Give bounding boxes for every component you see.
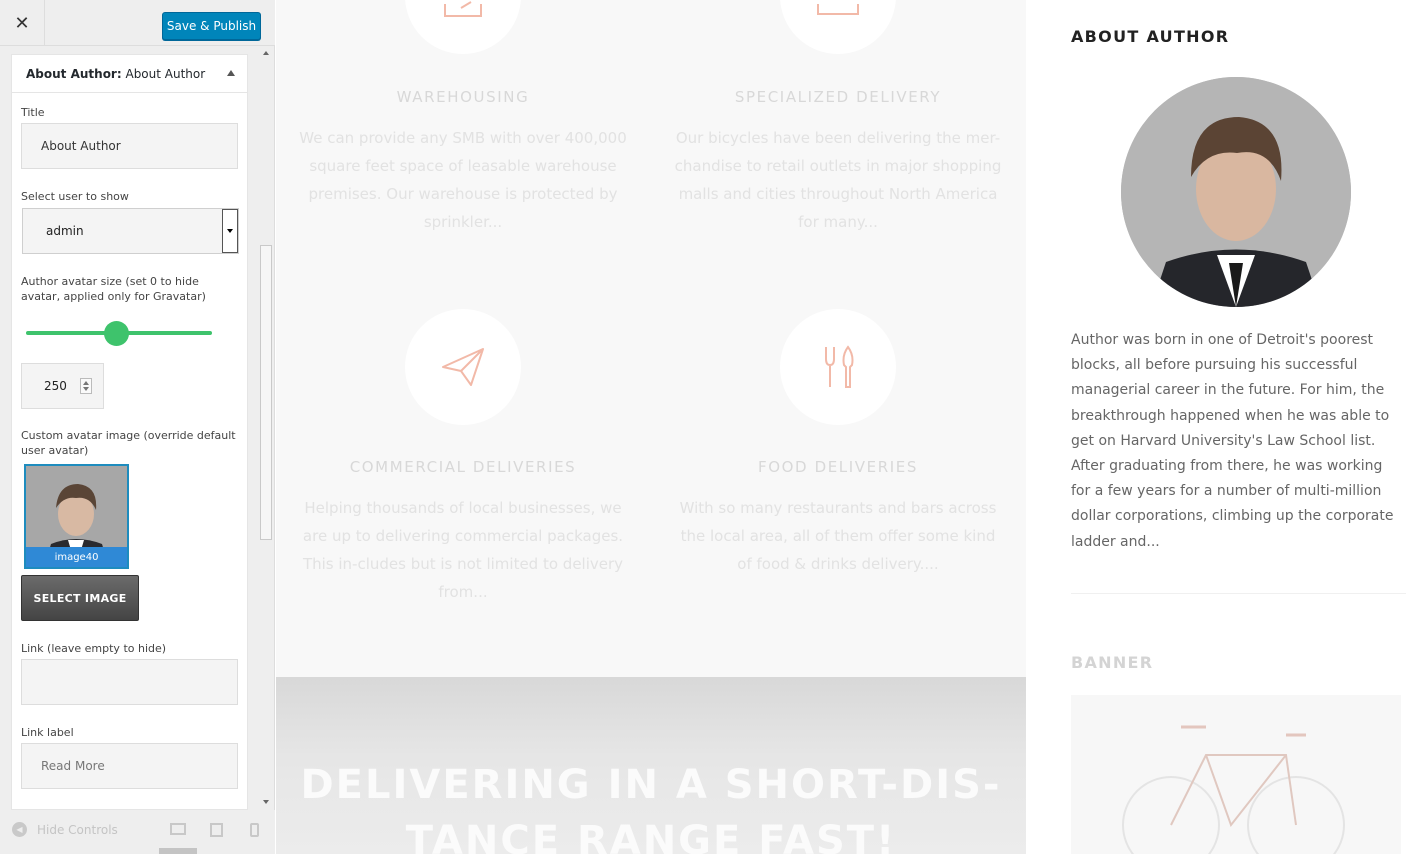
widget-title-bar[interactable]: About Author: About Author [12,55,247,93]
service-icon-circle [780,309,896,425]
title-input[interactable]: About Author [21,123,238,169]
number-spinner-icon[interactable] [80,378,92,394]
site-preview: WAREHOUSING We can provide any SMB with … [276,0,1026,854]
about-author-heading: ABOUT AUTHOR [1071,27,1230,46]
link-input[interactable] [21,659,238,705]
hero-heading: DELIVERING IN A SHORT-DIS-TANCE RANGE FA… [300,762,1002,854]
link-label: Link (leave empty to hide) [21,642,167,655]
hero-banner: DELIVERING IN A SHORT-DIS-TANCE RANGE FA… [276,677,1026,854]
close-customizer-button[interactable]: ✕ [0,0,45,46]
author-avatar [1121,77,1351,307]
paper-plane-icon [442,348,484,386]
service-icon-circle [780,0,896,54]
bicycle-icon [1122,725,1345,854]
custom-avatar-label: Custom avatar image (override default us… [21,429,236,457]
banner-heading: BANNER [1071,653,1154,672]
tablet-preview-icon[interactable] [210,823,223,837]
author-bio: Author was born in one of Detroit's poor… [1071,332,1394,550]
service-text: Our bicycles have been delivering the me… [674,129,1002,231]
title-label: Title [21,106,45,119]
collapse-left-icon: ◀ [12,822,27,837]
avatar-size-value: 250 [44,379,67,393]
customizer-header: ✕ Save & Publish [0,0,275,46]
custom-avatar-thumbnail[interactable]: image40 [24,464,129,569]
panel-scrollbar[interactable] [259,46,274,810]
widget-title-name: About Author [125,66,206,81]
select-image-button[interactable]: SELECT IMAGE [21,575,139,621]
service-title: WAREHOUSING [396,88,530,106]
active-device-indicator [159,848,197,854]
hide-controls-label: Hide Controls [37,822,118,837]
service-text: We can provide any SMB with over 400,000… [299,129,627,231]
service-title: COMMERCIAL DELIVERIES [349,458,577,476]
customizer-footer: ◀ Hide Controls [0,810,275,854]
select-user-label: Select user to show [21,190,129,203]
sidebar-divider [1071,593,1406,594]
customizer-panel: ✕ Save & Publish About Author: About Aut… [0,0,275,854]
save-publish-button[interactable]: Save & Publish [162,12,261,40]
collapse-arrow-icon[interactable] [227,70,235,76]
preview-sidebar: ABOUT AUTHOR Author was born in one of D… [1026,0,1419,854]
dropdown-arrow-icon[interactable] [222,209,238,253]
avatar-thumb-caption: image40 [26,547,127,567]
author-photo-icon [1121,77,1351,307]
link-text-label: Link label [21,726,74,739]
about-author-widget: About Author: About Author Title About A… [11,54,248,810]
avatar-size-slider-handle[interactable] [104,321,129,346]
service-text: With so many restaurants and bars across… [679,499,997,573]
fork-knife-icon [825,345,854,388]
box-icon [817,4,859,15]
banner-image[interactable] [1071,695,1401,854]
select-user-dropdown[interactable]: admin [22,208,239,254]
avatar-size-input[interactable]: 250 [21,363,104,409]
hide-controls-button[interactable]: ◀ Hide Controls [12,822,118,837]
mobile-preview-icon[interactable] [250,823,259,837]
scroll-down-icon[interactable] [263,800,269,804]
service-icon-circle [405,309,521,425]
desktop-preview-icon[interactable] [170,823,186,835]
select-user-value: admin [46,224,84,238]
scroll-up-icon[interactable] [263,51,269,55]
service-title: FOOD DELIVERIES [758,458,918,476]
service-title: SPECIALIZED DELIVERY [734,88,942,106]
widget-title-prefix: About Author: [26,66,122,81]
scrollbar-thumb[interactable] [260,245,272,540]
link-text-input[interactable]: Read More [21,743,238,789]
avatar-size-label: Author avatar size (set 0 to hide avatar… [21,275,206,303]
service-icon-circle [405,0,521,54]
tag-icon [444,1,482,17]
service-text: Helping thousands of local businesses, w… [302,499,624,601]
